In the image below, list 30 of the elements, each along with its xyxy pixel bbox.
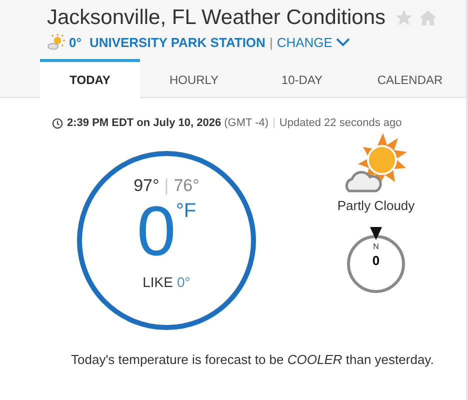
updated-text: Updated 22 seconds ago [279,117,402,129]
wind-direction: N [373,242,379,251]
forecast-note: Today's temperature is forecast to be COOLER than yesterday. [71,352,435,367]
tab[interactable]: TODAY [40,59,140,98]
condition-label: Partly Cloudy [337,198,415,213]
sun-behind-cloud-icon [343,133,409,195]
star-icon[interactable] [394,8,414,28]
station-name: UNIVERSITY PARK STATION [89,34,266,50]
tab[interactable]: HOURLY [140,59,248,97]
clock-icon [52,118,63,128]
separator: | [272,117,276,129]
feels-like-label: LIKE [142,274,173,290]
separator: | [164,176,169,196]
page-title: Jacksonville, FL Weather Conditions [47,6,386,30]
high-temperature: 97° [134,176,160,196]
caret-icon [336,38,350,46]
temperature-unit: °F [176,200,196,223]
tab[interactable]: 10-DAY [248,59,356,97]
tab[interactable]: CALENDAR [356,59,464,97]
low-temperature: 76° [174,176,200,196]
observation-time: 2:39 PM EDT on July 10, 2026 (GMT -4) [67,117,269,129]
station-temperature: 0° [69,34,82,50]
separator: | [269,34,273,50]
home-icon[interactable] [418,8,438,28]
wind-speed: 0 [372,253,380,268]
feels-like-value: 0° [176,274,190,290]
partly-cloudy-icon [47,34,65,50]
change-station-button[interactable]: CHANGE [276,34,350,50]
wind-pointer-icon [370,227,382,240]
current-temperature: 0 [136,196,176,266]
